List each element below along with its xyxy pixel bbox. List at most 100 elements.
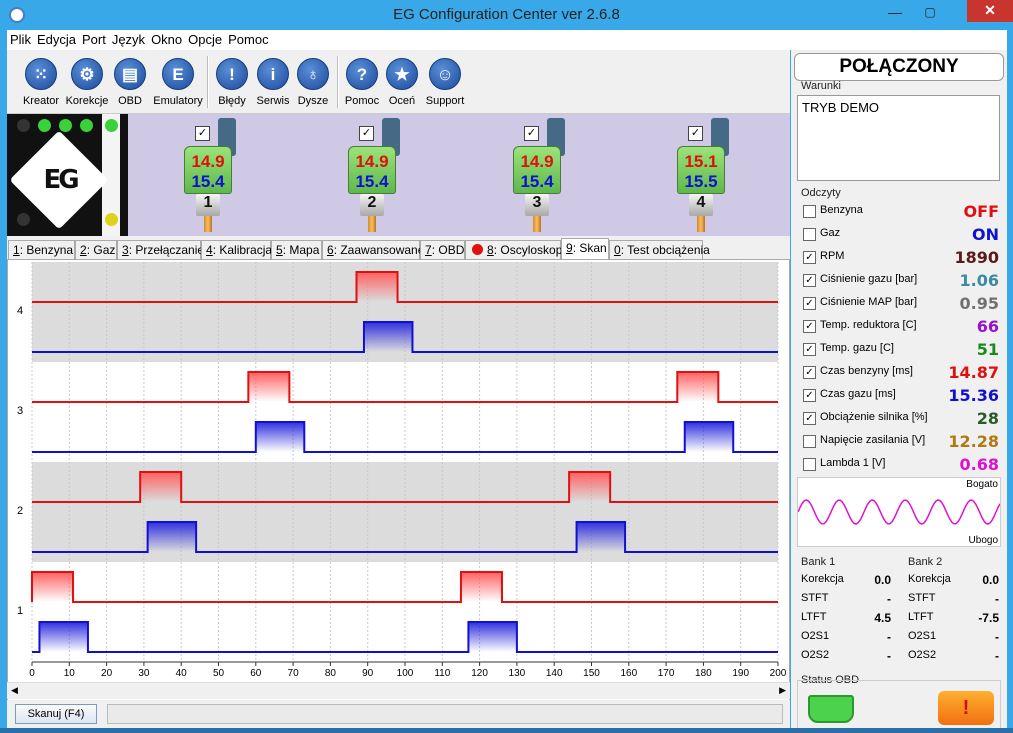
obd-connector-icon — [808, 695, 854, 723]
injector-checkbox[interactable]: ✓ — [524, 126, 539, 141]
petrol-pulse-fill — [677, 372, 719, 402]
bank2-label: O2S1 — [908, 630, 937, 642]
toolbar-kreator-button[interactable]: ⁙ Kreator — [19, 58, 63, 107]
reading-value: 1890 — [954, 248, 999, 267]
reading-checkbox[interactable]: ✓ — [803, 251, 816, 264]
reading-label: Temp. reduktora [C] — [820, 319, 917, 331]
reading-checkbox[interactable]: ✓ — [803, 297, 816, 310]
reading-checkbox[interactable] — [803, 228, 816, 241]
x-tick-label: 40 — [176, 668, 188, 679]
bank2-label: STFT — [908, 592, 936, 604]
title-bar[interactable]: EG Configuration Center ver 2.6.8 — ▢ ✕ — [0, 0, 1013, 30]
injector-1[interactable]: ✓ 14.9 15.4 1 — [184, 114, 244, 234]
reading-checkbox[interactable] — [803, 458, 816, 471]
injector-checkbox[interactable]: ✓ — [195, 126, 210, 141]
x-tick-label: 30 — [138, 668, 150, 679]
reading-label: Ciśnienie MAP [bar] — [820, 296, 918, 308]
x-tick-label: 120 — [471, 668, 488, 679]
injector-3[interactable]: ✓ 14.9 15.4 3 — [513, 114, 573, 234]
gas-pulse-fill — [39, 622, 88, 652]
reading-row: ✓ Ciśnienie gazu [bar] 1.06 — [803, 271, 1003, 291]
warunki-box: TRYB DEMO — [797, 95, 1000, 181]
reading-label: Ciśnienie gazu [bar] — [820, 273, 918, 285]
reading-checkbox[interactable]: ✓ — [803, 343, 816, 356]
close-button[interactable]: ✕ — [967, 0, 1013, 22]
reading-checkbox[interactable]: ✓ — [803, 320, 816, 333]
injector-2[interactable]: ✓ 14.9 15.4 2 — [348, 114, 408, 234]
led-indicator — [17, 119, 30, 132]
scroll-right-icon[interactable]: ▶ — [779, 685, 786, 696]
reading-checkbox[interactable] — [803, 205, 816, 218]
menu-jezyk[interactable]: Język — [109, 30, 148, 47]
menu-opcje[interactable]: Opcje — [185, 30, 225, 47]
menu-pomoc[interactable]: Pomoc — [225, 30, 271, 47]
reading-checkbox[interactable]: ✓ — [803, 274, 816, 287]
toolbar-dysze-button[interactable]: ♁ Dysze — [295, 58, 331, 107]
injector-checkbox[interactable]: ✓ — [359, 126, 374, 141]
maximize-button[interactable]: ▢ — [915, 2, 945, 24]
injector-number: 4 — [696, 194, 706, 211]
scroll-left-icon[interactable]: ◀ — [11, 685, 18, 696]
led-indicator — [17, 213, 30, 226]
gas-pulse-fill — [684, 422, 734, 452]
reading-checkbox[interactable]: ✓ — [803, 389, 816, 402]
tab-zaawansowane[interactable]: 6: Zaawansowane — [322, 240, 424, 260]
reading-row: ✓ Czas gazu [ms] 15.36 — [803, 386, 1003, 406]
menu-plik[interactable]: Plik — [7, 30, 34, 47]
toolbar-bledy-button[interactable]: ! Błędy — [213, 58, 251, 107]
scan-button[interactable]: Skanuj (F4) — [15, 704, 97, 724]
reading-row: ✓ Czas benzyny [ms] 14.87 — [803, 363, 1003, 383]
bank2-title: Bank 2 — [908, 556, 943, 568]
toolbar-support-button[interactable]: ☺ Support — [423, 58, 467, 107]
reading-checkbox[interactable]: ✓ — [803, 412, 816, 425]
injector-checkbox[interactable]: ✓ — [688, 126, 703, 141]
record-icon — [472, 244, 483, 255]
bank1-value: - — [887, 592, 891, 606]
led-indicator — [38, 119, 51, 132]
petrol-pulse-fill — [248, 372, 290, 402]
obd-status-box: ! — [797, 680, 1001, 730]
reading-row: Gaz ON — [803, 225, 1003, 245]
bank2-label: LTFT — [908, 611, 934, 623]
scan-progress-bar — [107, 704, 783, 724]
x-tick-label: 170 — [658, 668, 675, 679]
reading-checkbox[interactable]: ✓ — [803, 366, 816, 379]
bank2-value: - — [995, 649, 999, 663]
toolbar-emulatory-button[interactable]: E Emulatory — [153, 58, 203, 107]
bank1-value: 0.0 — [874, 573, 891, 587]
toolbar-serwis-button[interactable]: i Serwis — [255, 58, 291, 107]
star-icon: ★ — [386, 58, 418, 90]
tab-oscyloskop[interactable]: 8: Oscyloskop — [465, 240, 562, 260]
injector-gas-time: 15.4 — [355, 172, 389, 191]
tab-gaz[interactable]: 2: Gaz — [75, 240, 117, 260]
tab-skan[interactable]: 9: Skan — [561, 238, 609, 260]
x-tick-label: 10 — [64, 668, 76, 679]
tab-kalibracja[interactable]: 4: Kalibracja — [201, 240, 272, 260]
toolbar-ocen-button[interactable]: ★ Oceń — [385, 58, 419, 107]
lambda-graph: Bogato Ubogo — [797, 477, 1001, 547]
reading-value: OFF — [963, 202, 999, 221]
injector-4[interactable]: ✓ 15.1 15.5 4 — [677, 114, 737, 234]
toolbar-obd-button[interactable]: ▤ OBD — [111, 58, 149, 107]
minimize-button[interactable]: — — [880, 2, 910, 24]
tab-przelaczanie[interactable]: 3: Przełączanie — [117, 240, 204, 260]
reading-value: ON — [972, 225, 999, 244]
petrol-pulse-fill — [140, 472, 182, 502]
toolbar-pomoc-button[interactable]: ? Pomoc — [343, 58, 381, 107]
menu-port[interactable]: Port — [79, 30, 109, 47]
menu-okno[interactable]: Okno — [148, 30, 185, 47]
reading-row: ✓ RPM 1890 — [803, 248, 1003, 268]
main-panel: ⁙ Kreator ⚙ Korekcje ▤ OBD E Emulatory ! Błęd… — [7, 50, 790, 733]
menu-edycja[interactable]: Edycja — [34, 30, 79, 47]
tab-benzyna[interactable]: 1: Benzyna — [8, 240, 75, 260]
gas-pulse-fill — [363, 322, 413, 352]
odczyty-title: Odczyty — [801, 187, 841, 199]
horizontal-scrollbar[interactable]: ◀ ▶ — [7, 682, 790, 699]
injector-petrol-time: 14.9 — [191, 152, 225, 171]
toolbar-korekcje-button[interactable]: ⚙ Korekcje — [65, 58, 109, 107]
tab-test-obciazenia[interactable]: 0: Test obciążenia — [609, 240, 710, 260]
tab-mapa[interactable]: 5: Mapa — [271, 240, 322, 260]
reading-checkbox[interactable] — [803, 435, 816, 448]
tab-obd[interactable]: 7: OBD — [420, 240, 465, 260]
reading-value: 66 — [976, 317, 999, 336]
